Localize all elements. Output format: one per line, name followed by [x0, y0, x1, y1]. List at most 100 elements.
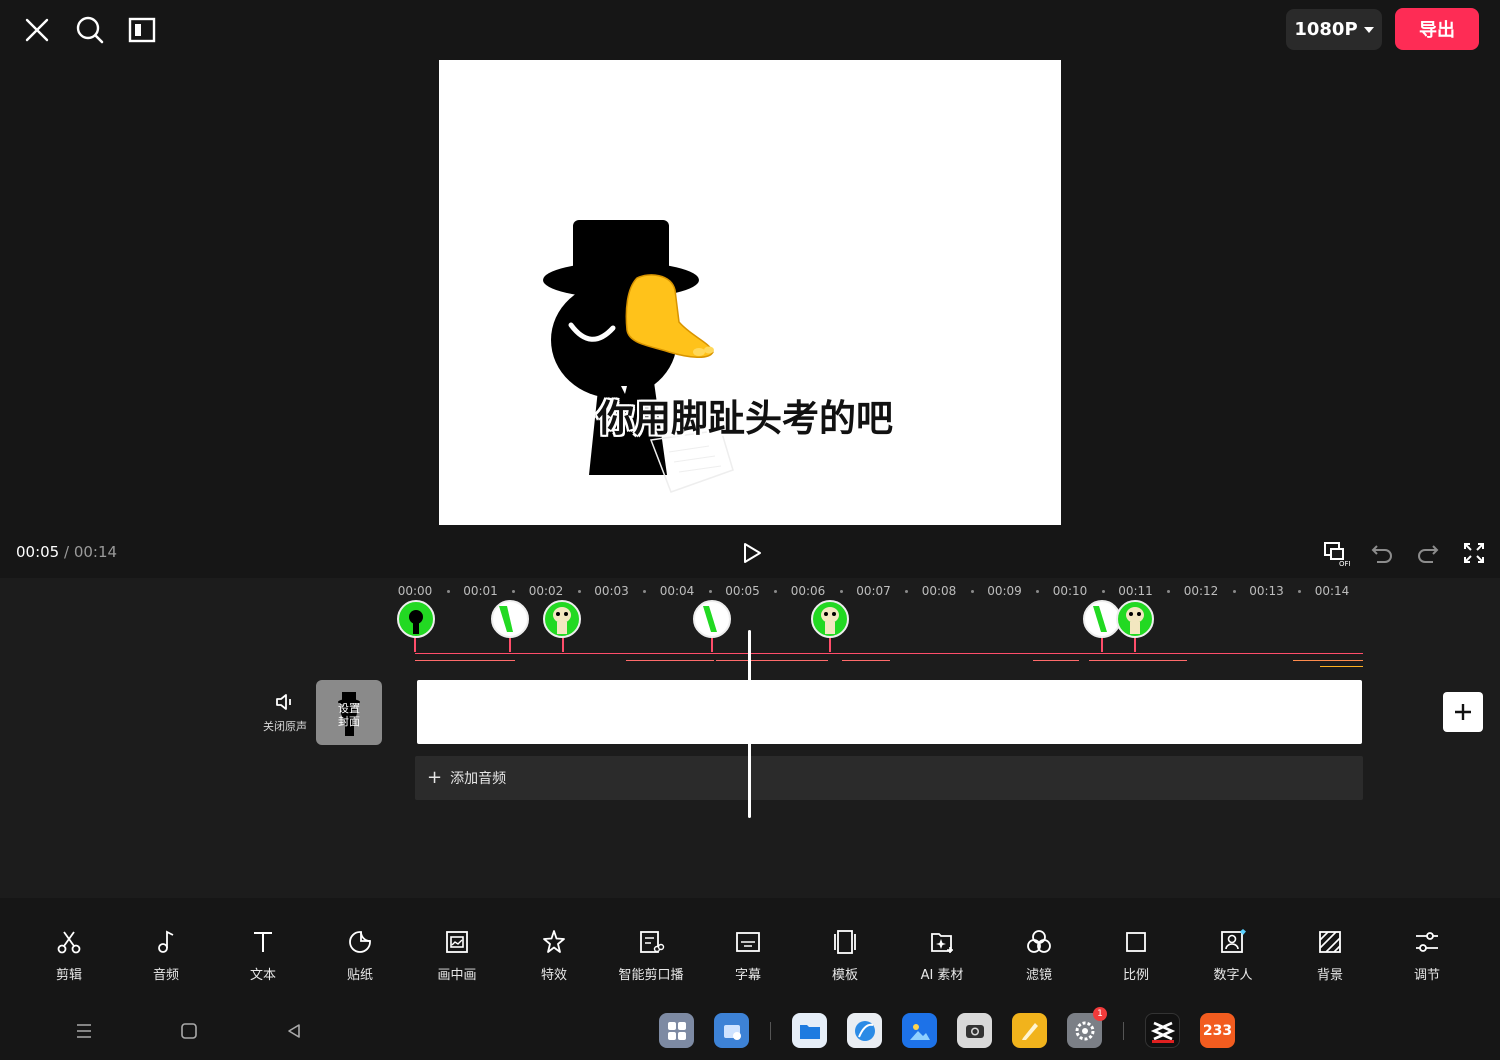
- filter-icon: [1027, 930, 1051, 953]
- sticker-icon: [349, 931, 371, 953]
- file-manager-icon[interactable]: [792, 1013, 827, 1048]
- marker-stem: [509, 636, 511, 652]
- ruler-time-label: 00:05: [725, 584, 760, 598]
- ruler-tick-dot: [774, 590, 778, 593]
- toolbar-item-filter[interactable]: 滤镜: [994, 928, 1084, 983]
- effect-track-line[interactable]: [415, 660, 515, 661]
- toolbar-item-text[interactable]: 文本: [218, 928, 308, 983]
- effect-track-line[interactable]: [1293, 660, 1363, 661]
- play-icon[interactable]: [735, 537, 767, 569]
- close-icon[interactable]: [20, 13, 54, 47]
- toolbar-item-label: 特效: [540, 968, 567, 983]
- toolbar-item-label: 调节: [1413, 968, 1440, 983]
- effect-track-line[interactable]: [842, 660, 890, 661]
- sticker-marker[interactable]: [693, 600, 731, 638]
- home-icon[interactable]: [175, 1018, 203, 1044]
- marker-stem: [414, 636, 416, 652]
- effect-track-line[interactable]: [716, 660, 828, 661]
- video-editor-screen: 1080P 导出 你用脚趾头考的吧 00:05 / 00:14 OF 00:00…: [0, 0, 1500, 1060]
- app-233-icon[interactable]: 233: [1200, 1013, 1235, 1048]
- text-icon: [254, 932, 272, 952]
- sticker-marker[interactable]: [1116, 600, 1154, 638]
- ruler-tick-dot: [577, 590, 581, 593]
- ruler-time-label: 00:06: [790, 584, 826, 598]
- toolbar-item-label: 模板: [831, 968, 858, 983]
- notes-icon[interactable]: [1012, 1013, 1047, 1048]
- picture-in-picture-icon: [446, 931, 468, 953]
- camera-icon[interactable]: [957, 1013, 992, 1048]
- redo-icon[interactable]: [1412, 537, 1444, 569]
- add-clip-button[interactable]: [1443, 692, 1483, 732]
- toolbar-item-template[interactable]: 模板: [800, 928, 890, 983]
- plus-icon: +: [427, 767, 443, 788]
- toolbar-item-label: 智能剪口播: [618, 968, 684, 983]
- main-video-track[interactable]: [417, 680, 1362, 744]
- toolbar-item-label: 画中画: [437, 968, 477, 983]
- search-icon[interactable]: [72, 12, 108, 48]
- toolbar-item-sticker[interactable]: 贴纸: [315, 928, 405, 983]
- sticker-marker[interactable]: [543, 600, 581, 638]
- ruler-tick-dot: [1101, 590, 1105, 593]
- browser-icon[interactable]: [847, 1013, 882, 1048]
- toolbar-item-ratio[interactable]: 比例: [1091, 928, 1181, 983]
- toolbar-item-label: 滤镜: [1025, 968, 1052, 983]
- toolbar-item-ai-material[interactable]: AI 素材: [897, 928, 987, 983]
- app-drawer-icon[interactable]: [659, 1013, 694, 1048]
- effect-track-line[interactable]: [626, 660, 714, 661]
- layout-icon[interactable]: [126, 14, 158, 46]
- back-icon[interactable]: [280, 1018, 308, 1044]
- ruler-tick-dot: [905, 590, 909, 593]
- video-preview[interactable]: 你用脚趾头考的吧: [439, 60, 1061, 525]
- toolbar-item-music-note[interactable]: 音频: [121, 928, 211, 983]
- background-icon: [1319, 931, 1341, 953]
- ruler-tick-dot: [1036, 590, 1040, 593]
- dock-separator: [770, 1022, 771, 1040]
- ruler-tick-dot: [1232, 590, 1236, 593]
- effect-track-line[interactable]: [1320, 666, 1363, 667]
- toolbar-item-smart-cut[interactable]: 智能剪口播: [606, 928, 696, 983]
- sticker-marker[interactable]: [811, 600, 849, 638]
- adjust-icon: [1416, 932, 1438, 952]
- ruler-time-label: 00:04: [659, 584, 695, 598]
- effect-track-line[interactable]: [415, 653, 1363, 654]
- resolution-value: 1080P: [1294, 19, 1358, 40]
- export-button[interactable]: 导出: [1395, 8, 1479, 50]
- timeline-panel[interactable]: 00:00 00:01 00:02 00:03 00:04 00:05 00:06 00:07…: [0, 578, 1500, 898]
- marker-stem: [1134, 636, 1136, 652]
- toolbar-item-picture-in-picture[interactable]: 画中画: [412, 928, 502, 983]
- undo-icon[interactable]: [1366, 537, 1398, 569]
- capcut-app-icon[interactable]: [1145, 1013, 1180, 1048]
- toolbar-item-adjust[interactable]: 调节: [1382, 928, 1472, 983]
- ruler-time-label: 00:07: [856, 584, 891, 598]
- ruler-time-label: 00:00: [397, 584, 433, 598]
- keyframe-off-icon[interactable]: OFF: [1320, 537, 1352, 569]
- menu-icon[interactable]: [70, 1018, 98, 1044]
- mute-original-audio-button[interactable]: 关闭原声: [262, 692, 308, 734]
- sticker-marker[interactable]: [491, 600, 529, 638]
- add-audio-label: 添加音频: [450, 771, 507, 787]
- set-cover-button[interactable]: 设置 封面: [316, 680, 382, 745]
- toolbar-item-digital-human[interactable]: 数字人: [1188, 928, 1278, 983]
- resolution-dropdown[interactable]: 1080P: [1286, 9, 1382, 50]
- toolbar-item-effects-star[interactable]: 特效: [509, 928, 599, 983]
- effect-track-line[interactable]: [1089, 660, 1187, 661]
- toolbar-item-background[interactable]: 背景: [1285, 928, 1375, 983]
- playback-time: 00:05 / 00:14: [16, 543, 117, 561]
- toolbar-item-label: 字幕: [734, 968, 761, 983]
- fullscreen-icon[interactable]: [1458, 537, 1490, 569]
- ai-material-icon: [931, 933, 953, 953]
- toolbar-item-scissors[interactable]: 剪辑: [24, 928, 114, 983]
- playhead[interactable]: [748, 630, 751, 818]
- sticker-marker[interactable]: [397, 600, 435, 638]
- scissors-icon: [57, 931, 81, 954]
- video-caption-text[interactable]: 你用脚趾头考的吧: [597, 388, 893, 442]
- ruler-tick-dot: [708, 590, 712, 593]
- gallery-icon[interactable]: [902, 1013, 937, 1048]
- add-audio-button[interactable]: + 添加音频: [415, 756, 1363, 800]
- toolbar-item-subtitle[interactable]: 字幕: [703, 928, 793, 983]
- effect-track-line[interactable]: [1033, 660, 1079, 661]
- chevron-down-icon: [1363, 26, 1374, 33]
- files-window-icon[interactable]: [714, 1013, 749, 1048]
- settings-gear-icon[interactable]: 1: [1067, 1007, 1107, 1048]
- toolbar-item-label: 文本: [249, 968, 276, 983]
